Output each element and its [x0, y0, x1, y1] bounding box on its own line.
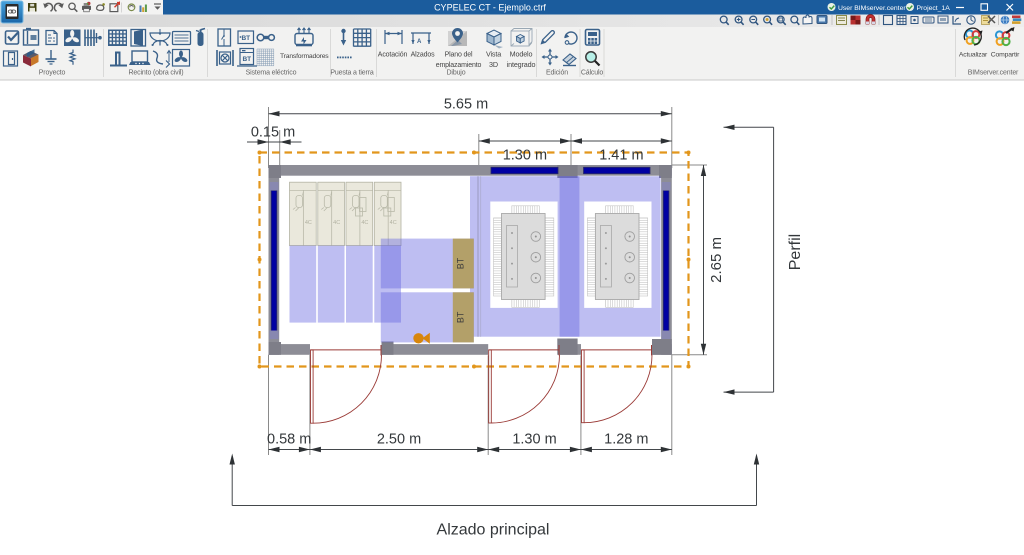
svg-text:Sistema eléctrico: Sistema eléctrico [246, 70, 297, 77]
svg-text:1.28 m: 1.28 m [604, 432, 648, 448]
svg-text:Alzado principal: Alzado principal [437, 522, 550, 539]
svg-text:4C: 4C [361, 220, 368, 226]
svg-text:User BIMserver.center: User BIMserver.center [838, 5, 906, 12]
svg-text:A: A [417, 39, 422, 45]
svg-text:Compartir: Compartir [991, 52, 1020, 59]
svg-text:Puesta a tierra: Puesta a tierra [330, 70, 374, 77]
svg-text:Project_1A: Project_1A [917, 5, 951, 12]
svg-text:Vista: Vista [486, 50, 501, 59]
svg-text:0.15 m: 0.15 m [251, 125, 295, 141]
svg-text:BT: BT [455, 311, 465, 323]
svg-text:Cálculo: Cálculo [581, 70, 604, 77]
svg-text:1.30 m: 1.30 m [512, 432, 556, 448]
svg-text:CYPELEC CT - Ejemplo.ctrf: CYPELEC CT - Ejemplo.ctrf [434, 3, 546, 13]
svg-text:Actualizar: Actualizar [959, 52, 988, 59]
svg-text:Proyecto: Proyecto [39, 70, 66, 77]
svg-text:BT: BT [455, 257, 465, 269]
svg-text:2.65 m: 2.65 m [708, 237, 725, 283]
svg-text:Plano del: Plano del [445, 52, 473, 59]
svg-text:2.50 m: 2.50 m [377, 432, 421, 448]
svg-text:1.41 m: 1.41 m [599, 148, 643, 164]
svg-text:integrado: integrado [507, 60, 536, 69]
svg-text:4C: 4C [333, 220, 340, 226]
svg-text:emplazamiento: emplazamiento [436, 62, 482, 69]
svg-text:Modelo: Modelo [510, 50, 533, 59]
svg-text:Alzados: Alzados [411, 52, 436, 59]
svg-text:0.58 m: 0.58 m [267, 432, 311, 448]
svg-text:BT: BT [242, 56, 251, 63]
svg-text:1.30 m: 1.30 m [503, 148, 547, 164]
svg-text:Dibujo: Dibujo [447, 70, 466, 77]
svg-text:Transformadores: Transformadores [280, 53, 329, 60]
svg-text:Edición: Edición [546, 70, 568, 77]
svg-text:4C: 4C [390, 220, 397, 226]
svg-text:4C: 4C [305, 220, 312, 226]
svg-text:Acotación: Acotación [378, 52, 408, 59]
svg-text:5.65 m: 5.65 m [444, 97, 488, 113]
svg-text:Perfil: Perfil [787, 234, 804, 270]
svg-text:Recinto (obra civil): Recinto (obra civil) [129, 70, 184, 77]
svg-text:BIMserver.center: BIMserver.center [968, 70, 1019, 77]
svg-text:3D: 3D [489, 60, 498, 69]
svg-text:BT: BT [241, 35, 250, 42]
